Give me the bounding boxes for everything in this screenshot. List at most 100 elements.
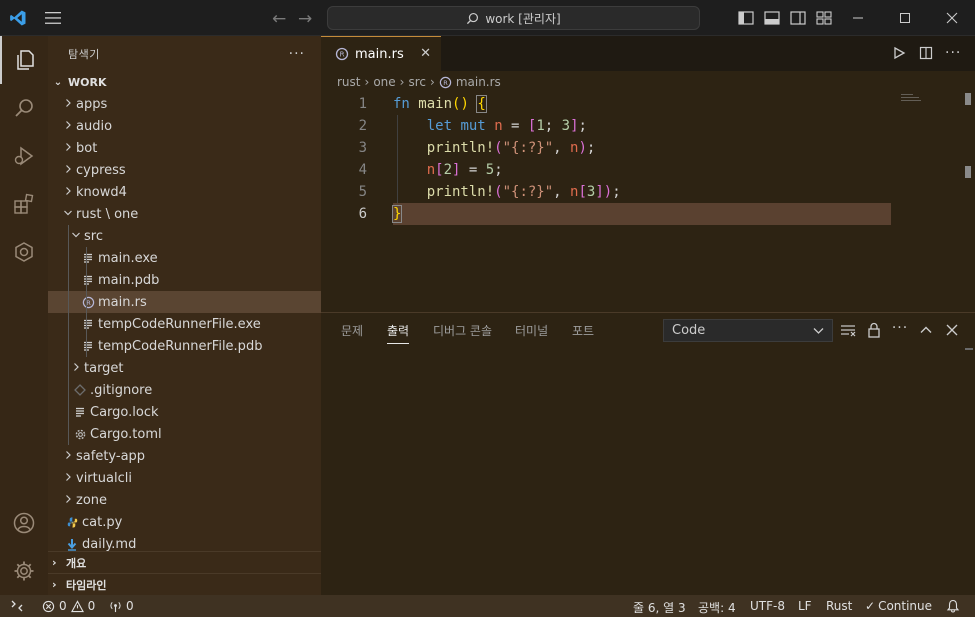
manage-button[interactable] — [0, 547, 48, 595]
explorer-button[interactable] — [0, 36, 48, 84]
tree-item-label: bot — [76, 140, 98, 156]
minimize-button[interactable] — [835, 0, 881, 36]
close-panel-icon[interactable] — [944, 322, 960, 338]
account-icon — [13, 512, 35, 534]
tree-folder[interactable]: audio — [48, 115, 321, 137]
tree-folder[interactable]: src — [48, 225, 321, 247]
run-icon[interactable] — [892, 46, 906, 60]
encoding[interactable]: UTF-8 — [750, 599, 785, 613]
tab-ports[interactable]: 포트 — [572, 322, 594, 339]
split-editor-icon[interactable] — [919, 46, 933, 60]
rust-file-icon: R — [439, 76, 452, 88]
close-tab-icon[interactable]: ✕ — [420, 46, 431, 61]
line-number: 1 — [358, 96, 367, 112]
code-editor[interactable]: 1 fn main() { 2 let mut n = [1; 3]; 3 pr… — [321, 93, 975, 225]
toggle-secondary-sidebar-icon[interactable] — [789, 9, 807, 27]
line-number: 2 — [358, 118, 367, 134]
search-view-button[interactable] — [0, 84, 48, 132]
forward-arrow-icon[interactable]: → — [298, 9, 312, 29]
indentation[interactable]: 공백: 4 — [698, 599, 736, 616]
tree-item-label: src — [84, 228, 103, 244]
tree-item-label: virtualcli — [76, 470, 132, 486]
editor-more-actions-icon[interactable]: ··· — [945, 45, 961, 61]
timeline-section-header[interactable]: › 타임라인 — [48, 573, 321, 595]
file-lines-icon — [80, 340, 96, 352]
search-text: work [관리자] — [485, 11, 561, 26]
tree-folder[interactable]: cypress — [48, 159, 321, 181]
remote-indicator[interactable] — [0, 595, 34, 617]
accounts-button[interactable] — [0, 499, 48, 547]
outline-section-header[interactable]: › 개요 — [48, 551, 321, 573]
tree-folder[interactable]: safety-app — [48, 445, 321, 467]
breadcrumb-item[interactable]: rust — [337, 75, 361, 89]
customize-layout-icon[interactable] — [815, 9, 833, 27]
back-arrow-icon[interactable]: ← — [272, 9, 286, 29]
close-window-button[interactable] — [929, 0, 975, 36]
chevron-right-icon — [60, 98, 76, 111]
tree-file[interactable]: tempCodeRunnerFile.exe — [48, 313, 321, 335]
code-text: } — [391, 205, 403, 223]
chevron-down-icon — [813, 328, 824, 334]
error-icon — [42, 600, 55, 612]
tab-terminal[interactable]: 터미널 — [515, 322, 548, 339]
tree-folder[interactable]: bot — [48, 137, 321, 159]
chevron-right-icon: › — [52, 556, 57, 569]
tree-file[interactable]: main.exe — [48, 247, 321, 269]
more-actions-icon[interactable]: ··· — [289, 46, 305, 62]
breadcrumb-item[interactable]: one — [373, 75, 395, 89]
clear-output-icon[interactable] — [840, 322, 856, 338]
tree-file[interactable]: Cargo.lock — [48, 401, 321, 423]
tree-item-label: tempCodeRunnerFile.exe — [98, 316, 261, 332]
maximize-button[interactable] — [882, 0, 928, 36]
tree-file[interactable]: main.pdb — [48, 269, 321, 291]
command-center-search[interactable]: work [관리자] — [327, 6, 700, 30]
tab-output[interactable]: 출력 — [387, 322, 410, 344]
tree-file[interactable]: Cargo.toml — [48, 423, 321, 445]
continue-status[interactable]: ✓ Continue — [865, 599, 932, 613]
tab-main-rs[interactable]: R main.rs ✕ — [321, 36, 441, 71]
toggle-panel-icon[interactable] — [763, 9, 781, 27]
extensions-button[interactable] — [0, 180, 48, 228]
tree-file[interactable]: Rmain.rs — [48, 291, 321, 313]
tree-item-label: main.rs — [98, 294, 147, 310]
tree-folder[interactable]: rust \ one — [48, 203, 321, 225]
check-icon: ✓ — [865, 599, 876, 613]
tree-folder[interactable]: virtualcli — [48, 467, 321, 489]
tree-folder[interactable]: knowd4 — [48, 181, 321, 203]
tree-folder[interactable]: zone — [48, 489, 321, 511]
panel-tabs: 문제 출력 디버그 콘솔 터미널 포트 Code ··· — [321, 313, 975, 348]
run-debug-button[interactable] — [0, 132, 48, 180]
bell-icon[interactable] — [946, 599, 960, 613]
tab-problems[interactable]: 문제 — [341, 322, 363, 339]
toggle-primary-sidebar-icon[interactable] — [737, 9, 755, 27]
problems-indicator[interactable]: 0 0 — [42, 599, 95, 613]
panel-more-actions-icon[interactable]: ··· — [892, 320, 908, 336]
breadcrumb-item[interactable]: src — [408, 75, 426, 89]
cursor-position[interactable]: 줄 6, 열 3 — [633, 599, 686, 616]
menu-icon[interactable] — [44, 10, 62, 26]
breadcrumb-item[interactable]: main.rs — [456, 75, 501, 89]
tree-file[interactable]: .gitignore — [48, 379, 321, 401]
ports-indicator[interactable]: 0 — [109, 599, 134, 613]
activity-bar — [0, 36, 48, 595]
tree-file[interactable]: tempCodeRunnerFile.pdb — [48, 335, 321, 357]
code-line: 2 let mut n = [1; 3]; — [321, 115, 975, 137]
tab-debug-console[interactable]: 디버그 콘솔 — [433, 322, 492, 339]
tree-folder[interactable]: apps — [48, 93, 321, 115]
tree-item-label: zone — [76, 492, 108, 508]
output-channel-select[interactable]: Code — [663, 319, 833, 342]
chevron-right-icon: › — [399, 75, 405, 89]
language-mode[interactable]: Rust — [826, 599, 852, 613]
tree-file[interactable]: cat.py — [48, 511, 321, 533]
remote-explorer-button[interactable] — [0, 228, 48, 276]
scrollbar-thumb[interactable] — [965, 93, 971, 105]
tree-folder[interactable]: target — [48, 357, 321, 379]
workspace-section-header[interactable]: ⌄ WORK — [48, 71, 321, 93]
maximize-panel-icon[interactable] — [918, 322, 934, 338]
minimap[interactable] — [901, 92, 931, 106]
continue-label: Continue — [878, 599, 933, 613]
lock-icon[interactable] — [866, 322, 882, 338]
code-text: println!("{:?}", n); — [426, 140, 596, 156]
svg-text:R: R — [443, 78, 448, 86]
end-of-line[interactable]: LF — [798, 599, 812, 613]
